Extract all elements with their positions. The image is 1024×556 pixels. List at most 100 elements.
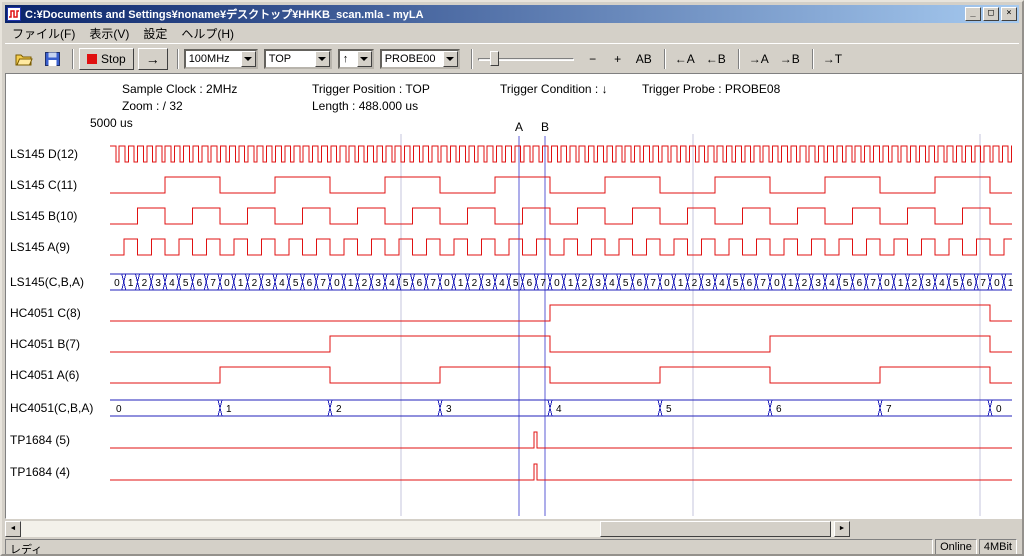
bus-value: 4 bbox=[829, 278, 835, 289]
bus-value: 0 bbox=[994, 278, 1000, 289]
bus-value: 1 bbox=[458, 278, 464, 289]
probe-select[interactable]: PROBE00 bbox=[380, 49, 460, 69]
ab-button[interactable]: AB bbox=[632, 48, 656, 70]
slider-handle[interactable] bbox=[490, 51, 499, 66]
bus-value: 0 bbox=[116, 404, 122, 415]
save-button[interactable] bbox=[39, 48, 65, 70]
bus-value: 1 bbox=[348, 278, 354, 289]
bus-value: 5 bbox=[293, 278, 299, 289]
channel-label: LS145 B(10) bbox=[10, 209, 77, 223]
bus-value: 0 bbox=[996, 404, 1002, 415]
bus-value: 1 bbox=[1008, 278, 1014, 289]
app-window: C:¥Documents and Settings¥noname¥デスクトップ¥… bbox=[0, 0, 1024, 556]
trigger-position-select[interactable]: TOP bbox=[264, 49, 332, 69]
signal-trace bbox=[110, 464, 1012, 480]
sample-clock-value: 100MHz bbox=[186, 53, 241, 65]
chevron-down-icon[interactable] bbox=[315, 51, 330, 67]
signal-trace bbox=[110, 305, 1012, 321]
trigger-edge-select[interactable]: ↑ bbox=[338, 49, 374, 69]
signal-trace bbox=[110, 336, 1012, 352]
bus-value: 3 bbox=[815, 278, 821, 289]
stop-button[interactable]: Stop bbox=[79, 48, 134, 70]
bus-value: 0 bbox=[664, 278, 670, 289]
menu-file[interactable]: ファイル(F) bbox=[5, 23, 82, 44]
bus-value: 7 bbox=[540, 278, 546, 289]
bus-value: 6 bbox=[527, 278, 533, 289]
bus-value: 0 bbox=[224, 278, 230, 289]
bus-value: 7 bbox=[886, 404, 892, 415]
toolbar: Stop → 100MHz TOP ↑ PROBE00 − + AB bbox=[5, 43, 1019, 73]
bus-value: 3 bbox=[925, 278, 931, 289]
bus-value: 0 bbox=[114, 278, 120, 289]
goto-a-left-button[interactable]: ←A bbox=[671, 48, 699, 70]
bus-value: 5 bbox=[183, 278, 189, 289]
menu-settings[interactable]: 設定 bbox=[136, 23, 174, 44]
bus-value: 2 bbox=[802, 278, 808, 289]
bus-value: 7 bbox=[430, 278, 436, 289]
bus-value: 3 bbox=[705, 278, 711, 289]
channel-label: TP1684 (5) bbox=[10, 433, 70, 447]
channel-label: HC4051 C(8) bbox=[10, 306, 81, 320]
open-button[interactable] bbox=[11, 48, 37, 70]
toolbar-separator bbox=[471, 49, 473, 69]
zoom-slider[interactable] bbox=[478, 48, 574, 70]
bus-value: 6 bbox=[197, 278, 203, 289]
status-ready: レディ bbox=[5, 539, 933, 555]
goto-b-right-button[interactable]: →B bbox=[776, 48, 804, 70]
run-button[interactable]: → bbox=[138, 48, 168, 70]
channel-label: LS145 A(9) bbox=[10, 240, 70, 254]
scroll-right-icon[interactable]: ► bbox=[834, 521, 850, 537]
titlebar[interactable]: C:¥Documents and Settings¥noname¥デスクトップ¥… bbox=[5, 5, 1019, 23]
bus-value: 3 bbox=[485, 278, 491, 289]
bus-value: 7 bbox=[980, 278, 986, 289]
stop-icon bbox=[87, 54, 97, 64]
bus-value: 2 bbox=[582, 278, 588, 289]
scroll-left-icon[interactable]: ◄ bbox=[5, 521, 21, 537]
minimize-button[interactable]: _ bbox=[965, 7, 981, 21]
zoom-in-button[interactable]: + bbox=[607, 48, 629, 70]
bus-value: 3 bbox=[265, 278, 271, 289]
status-memory: 4MBit bbox=[979, 539, 1017, 555]
chevron-down-icon[interactable] bbox=[443, 51, 458, 67]
toolbar-separator bbox=[72, 49, 74, 69]
bus-value: 5 bbox=[953, 278, 959, 289]
bus-value: 1 bbox=[568, 278, 574, 289]
bus-value: 7 bbox=[760, 278, 766, 289]
bus-value: 2 bbox=[912, 278, 918, 289]
probe-value: PROBE00 bbox=[382, 53, 443, 65]
toolbar-separator bbox=[664, 49, 666, 69]
bus-value: 6 bbox=[307, 278, 313, 289]
channel-label: TP1684 (4) bbox=[10, 465, 70, 479]
zoom-out-button[interactable]: − bbox=[582, 48, 604, 70]
bus-value: 7 bbox=[210, 278, 216, 289]
menu-help[interactable]: ヘルプ(H) bbox=[174, 23, 241, 44]
bus-value: 1 bbox=[898, 278, 904, 289]
bus-value: 0 bbox=[884, 278, 890, 289]
waveform-area[interactable]: ABLS145 D(12)LS145 C(11)LS145 B(10)LS145… bbox=[6, 74, 1022, 518]
chevron-down-icon[interactable] bbox=[241, 51, 256, 67]
bus-value: 3 bbox=[375, 278, 381, 289]
close-button[interactable]: × bbox=[1001, 7, 1017, 21]
chevron-down-icon[interactable] bbox=[357, 51, 372, 67]
channel-label: LS145(C,B,A) bbox=[10, 275, 84, 289]
trigger-position-value: TOP bbox=[266, 53, 315, 65]
goto-trigger-button[interactable]: →T bbox=[819, 48, 846, 70]
bus-value: 4 bbox=[556, 404, 562, 415]
scrollbar-thumb[interactable] bbox=[600, 521, 831, 537]
signal-trace bbox=[110, 208, 1012, 224]
goto-a-right-button[interactable]: →A bbox=[745, 48, 773, 70]
channel-label: HC4051 A(6) bbox=[10, 368, 79, 382]
menu-view[interactable]: 表示(V) bbox=[82, 23, 136, 44]
bus-value: 6 bbox=[967, 278, 973, 289]
bus-value: 6 bbox=[776, 404, 782, 415]
signal-trace bbox=[110, 177, 1012, 193]
sample-clock-select[interactable]: 100MHz bbox=[184, 49, 258, 69]
bus-value: 0 bbox=[444, 278, 450, 289]
trigger-edge-value: ↑ bbox=[340, 53, 357, 65]
maximize-button[interactable]: □ bbox=[983, 7, 999, 21]
horizontal-scrollbar[interactable]: ◄ ► bbox=[5, 521, 850, 537]
bus-value: 7 bbox=[320, 278, 326, 289]
goto-b-left-button[interactable]: ←B bbox=[702, 48, 730, 70]
signal-trace bbox=[110, 239, 1012, 255]
bus-value: 4 bbox=[169, 278, 175, 289]
